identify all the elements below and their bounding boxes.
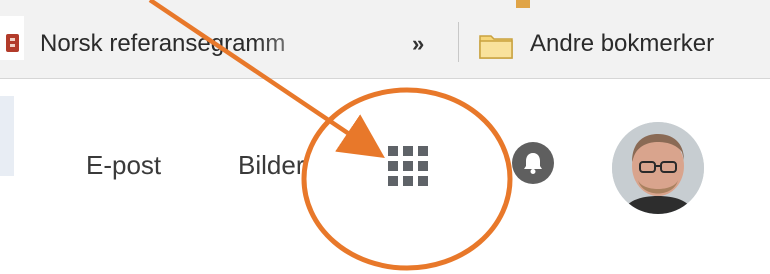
annotation-arrow [148,0,385,159]
annotation-overlay [148,0,513,271]
annotation-circle [301,87,513,271]
